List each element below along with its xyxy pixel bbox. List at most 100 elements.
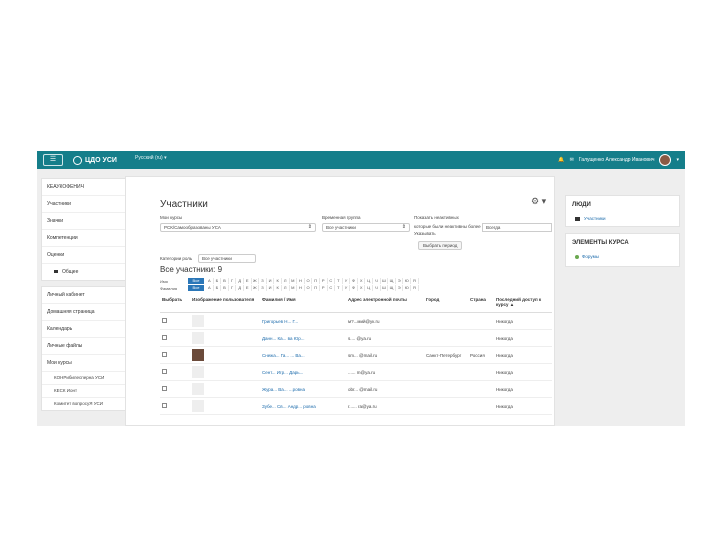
row-checkbox[interactable] <box>162 335 167 340</box>
user-picture[interactable] <box>192 315 204 327</box>
user-picture[interactable] <box>192 400 204 412</box>
lastname-letter-button[interactable]: Л <box>282 285 290 291</box>
site-brand[interactable]: ЦДО УСИ <box>73 154 117 166</box>
drawer-item-grades[interactable]: Оценки <box>42 247 132 264</box>
drawer-item-badges[interactable]: Значки <box>42 213 132 230</box>
lastname-letter-button[interactable]: Ц <box>365 285 374 291</box>
lastname-all-button[interactable]: Все <box>188 285 204 291</box>
firstname-letter-button[interactable]: Ц <box>365 278 374 284</box>
lastname-letter-button[interactable]: Е <box>244 285 252 291</box>
lastname-letter-button[interactable]: Ф <box>350 285 358 291</box>
user-menu-caret-icon[interactable]: ▾ <box>676 157 679 163</box>
row-name[interactable]: Григорьев Н... Г... <box>260 312 346 330</box>
lastname-letter-button[interactable]: З <box>259 285 267 291</box>
category-select[interactable]: Все участники <box>198 254 256 263</box>
row-checkbox[interactable] <box>162 352 167 357</box>
drawer-item-dashboard[interactable]: Личный кабинет <box>42 287 132 304</box>
row-name[interactable]: Снежа... Га... ... Ва... <box>260 346 346 364</box>
drawer-item-participants[interactable]: Участники <box>42 196 132 213</box>
firstname-letter-button[interactable]: Н <box>297 278 305 284</box>
lastname-letter-button[interactable]: Э <box>396 285 404 291</box>
drawer-toggle-button[interactable]: ☰ <box>43 154 63 166</box>
lastname-letter-button[interactable]: Х <box>358 285 366 291</box>
lastname-letter-button[interactable]: Т <box>335 285 343 291</box>
firstname-letter-button[interactable]: Т <box>335 278 343 284</box>
participants-link[interactable]: Участники <box>575 216 606 221</box>
firstname-letter-button[interactable]: Ш <box>381 278 389 284</box>
col-name[interactable]: Фамилия / Имя <box>260 296 346 313</box>
lastname-letter-button[interactable]: Н <box>297 285 305 291</box>
col-city[interactable]: Город <box>424 296 468 313</box>
firstname-letter-button[interactable]: С <box>328 278 336 284</box>
lastname-letter-button[interactable]: М <box>290 285 298 291</box>
firstname-letter-button[interactable]: Л <box>282 278 290 284</box>
firstname-letter-button[interactable]: Ю <box>403 278 412 284</box>
messages-icon[interactable]: ✉ <box>570 157 574 163</box>
col-last-access[interactable]: Последний доступ к курсу ▲ <box>494 296 552 313</box>
drawer-item-course[interactable]: КЕАУКОФЕНИЧ <box>42 179 132 196</box>
firstname-letter-button[interactable]: Е <box>244 278 252 284</box>
drawer-course-3[interactable]: Комитет вопросуЯ УСИ <box>42 398 132 410</box>
firstname-letter-button[interactable]: П <box>312 278 320 284</box>
row-checkbox[interactable] <box>162 403 167 408</box>
choose-period-button[interactable]: Выбрать период <box>418 241 463 250</box>
user-picture[interactable] <box>192 383 204 395</box>
firstname-letter-button[interactable]: Г <box>229 278 237 284</box>
drawer-item-home[interactable]: Домашняя страница <box>42 304 132 321</box>
firstname-letter-button[interactable]: Ф <box>350 278 358 284</box>
lastname-letter-button[interactable]: К <box>274 285 282 291</box>
firstname-letter-button[interactable]: В <box>221 278 229 284</box>
firstname-letter-button[interactable]: Щ <box>388 278 396 284</box>
lastname-letter-button[interactable]: С <box>328 285 336 291</box>
notifications-icon[interactable]: 🔔 <box>558 157 564 163</box>
user-picture[interactable] <box>192 349 204 361</box>
user-picture[interactable] <box>192 332 204 344</box>
lastname-letter-button[interactable]: Ш <box>381 285 389 291</box>
lastname-letter-button[interactable]: Г <box>229 285 237 291</box>
gear-icon[interactable]: ⚙ ▾ <box>531 196 546 207</box>
drawer-course-2[interactable]: КЕСК Ионт <box>42 385 132 398</box>
firstname-letter-button[interactable]: А <box>206 278 214 284</box>
forums-link[interactable]: Форумы <box>575 254 599 259</box>
role-select[interactable]: Все участники ⇕ <box>322 223 410 232</box>
firstname-letter-button[interactable]: Я <box>411 278 419 284</box>
firstname-letter-button[interactable]: Д <box>236 278 244 284</box>
avatar[interactable] <box>659 154 672 166</box>
drawer-item-competencies[interactable]: Компетенции <box>42 230 132 247</box>
row-name[interactable]: Данн... Ка... ва Юр... <box>260 329 346 347</box>
firstname-letter-button[interactable]: Э <box>396 278 404 284</box>
lastname-letter-button[interactable]: И <box>267 285 275 291</box>
lastname-letter-button[interactable]: Ю <box>403 285 412 291</box>
col-country[interactable]: Страна <box>468 296 494 313</box>
firstname-letter-button[interactable]: Р <box>320 278 328 284</box>
drawer-item-files[interactable]: Личные файлы <box>42 338 132 355</box>
firstname-letter-button[interactable]: Ж <box>252 278 260 284</box>
drawer-item-general[interactable]: Общее <box>42 264 132 280</box>
firstname-letter-button[interactable]: К <box>274 278 282 284</box>
firstname-letter-button[interactable]: З <box>259 278 267 284</box>
firstname-letter-button[interactable]: Ч <box>373 278 381 284</box>
lastname-letter-button[interactable]: Б <box>214 285 222 291</box>
user-picture[interactable] <box>192 366 204 378</box>
user-name[interactable]: Галущенко Александр Иванович <box>579 157 655 163</box>
drawer-item-calendar[interactable]: Календарь <box>42 321 132 338</box>
lastname-letter-button[interactable]: Я <box>411 285 419 291</box>
lastname-letter-button[interactable]: В <box>221 285 229 291</box>
lastname-letter-button[interactable]: П <box>312 285 320 291</box>
col-email[interactable]: Адрес электронной почты <box>346 296 424 313</box>
firstname-letter-button[interactable]: И <box>267 278 275 284</box>
lastname-letter-button[interactable]: Ч <box>373 285 381 291</box>
drawer-item-my-courses[interactable]: Мои курсы <box>42 355 132 372</box>
row-name[interactable]: Сент... Игр... Дарь... <box>260 363 346 381</box>
drawer-course-1[interactable]: КОНРибилесперна УСИ <box>42 372 132 385</box>
lastname-letter-button[interactable]: Щ <box>388 285 396 291</box>
language-menu[interactable]: Русский (ru) ▾ <box>135 155 167 161</box>
firstname-all-button[interactable]: Все <box>188 278 204 284</box>
firstname-letter-button[interactable]: О <box>305 278 313 284</box>
row-name[interactable]: Зубе... Св... Андр... ровна <box>260 397 346 415</box>
period-input[interactable]: Всегда <box>482 223 552 232</box>
firstname-letter-button[interactable]: М <box>290 278 298 284</box>
lastname-letter-button[interactable]: А <box>206 285 214 291</box>
course-select[interactable]: РСК/Самообразованы УСА ⇕ <box>160 223 316 232</box>
firstname-letter-button[interactable]: У <box>343 278 351 284</box>
